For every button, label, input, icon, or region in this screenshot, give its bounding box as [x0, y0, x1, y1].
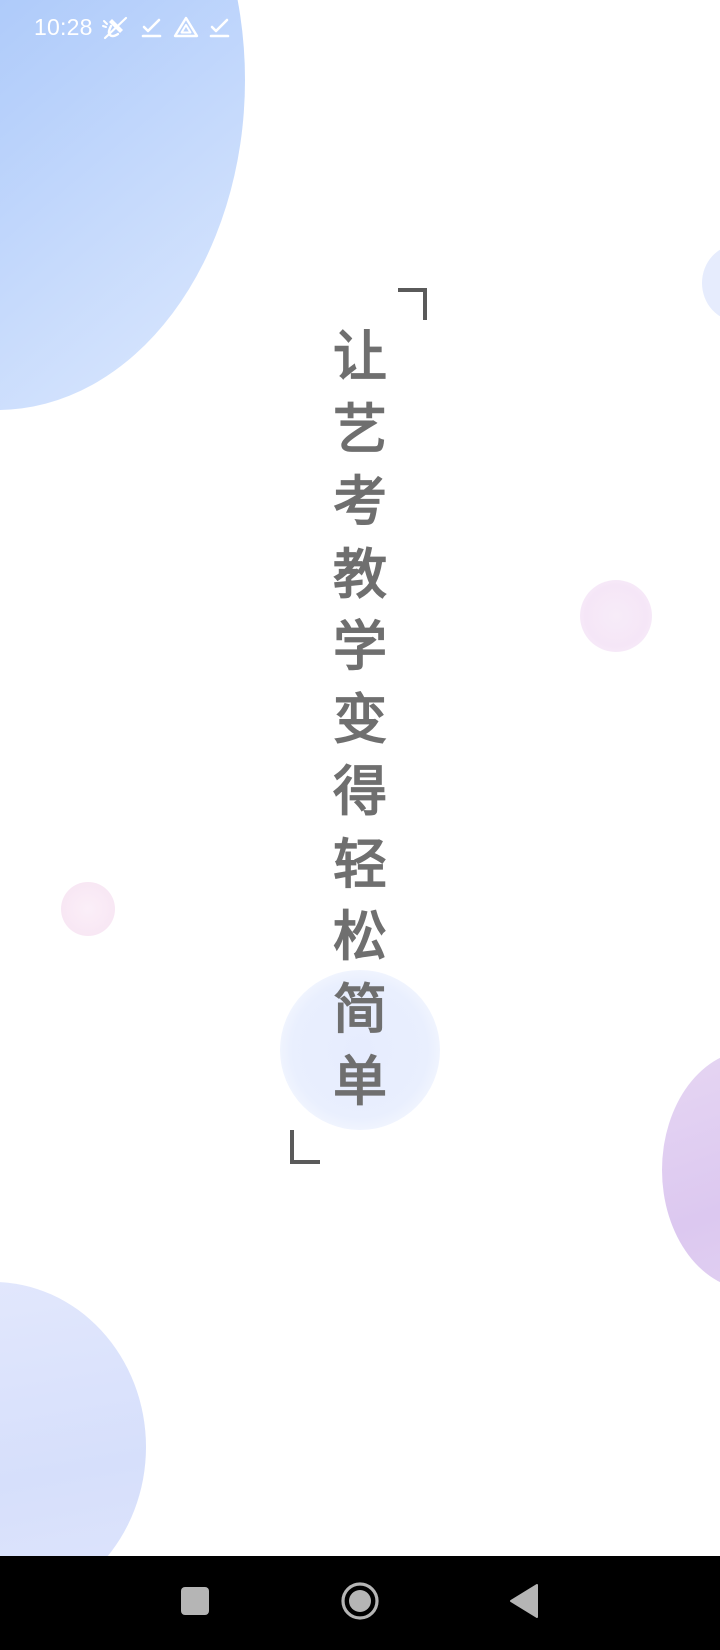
- decor-circle-purple-right: [662, 1050, 720, 1290]
- navigation-bar: [0, 1556, 720, 1650]
- back-button[interactable]: [501, 1580, 547, 1626]
- check-icon: [206, 14, 234, 42]
- back-triangle-icon: [508, 1583, 540, 1623]
- recents-button[interactable]: [172, 1580, 218, 1626]
- status-bar: 10:28: [0, 0, 720, 56]
- decor-circle-top-left: [0, 0, 245, 410]
- slogan-text: 让艺考教学变得轻松简单: [333, 324, 387, 1113]
- status-time: 10:28: [34, 14, 93, 40]
- check-icon: [138, 14, 166, 42]
- corner-bracket-top-right: [398, 288, 428, 320]
- mute-vibrate-off-icon: [101, 14, 129, 42]
- splash-screen: 10:28 让艺考教学变得轻松简单: [0, 0, 720, 1650]
- drive-icon: [172, 14, 200, 42]
- home-circle-icon: [340, 1581, 380, 1625]
- recents-square-icon: [180, 1586, 210, 1620]
- corner-bracket-bottom-left: [290, 1130, 320, 1164]
- decor-circle-pink-left: [61, 882, 115, 936]
- decor-circle-pink-right: [580, 580, 652, 652]
- decor-circle-right-small: [702, 245, 720, 321]
- home-button[interactable]: [337, 1580, 383, 1626]
